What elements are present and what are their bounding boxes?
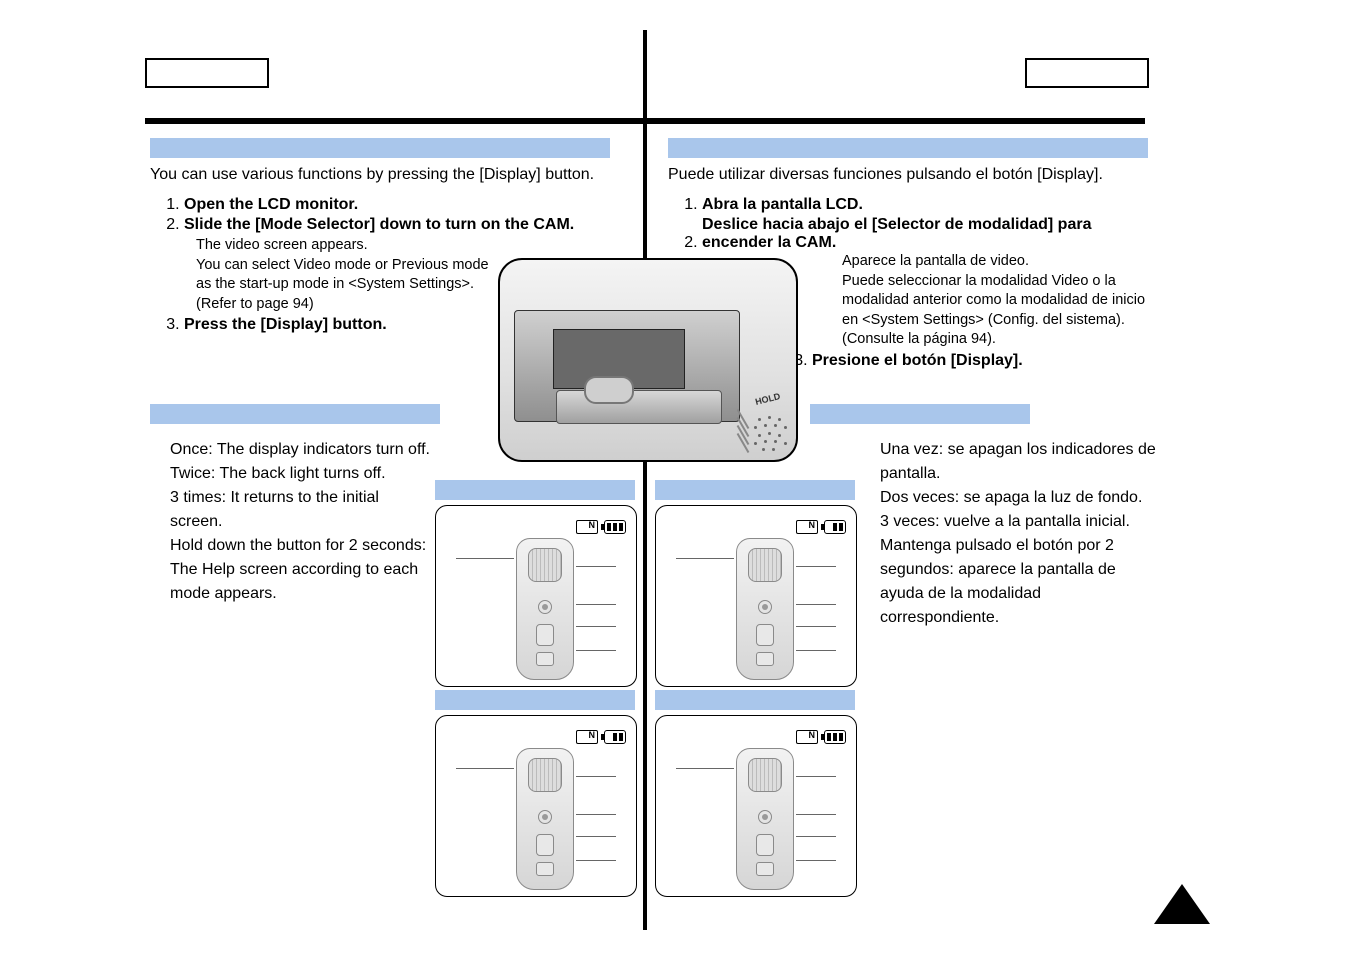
desc-three-en: 3 times: It returns to the initial scree…	[170, 486, 430, 534]
memory-icon	[576, 730, 598, 744]
device-button	[584, 376, 634, 404]
behavior-section-spanish: Una vez: se apagan los indicadores de pa…	[860, 404, 1120, 630]
step-2-sub1: The video screen appears.	[196, 236, 610, 256]
battery-icon	[604, 730, 626, 744]
memory-icon	[796, 520, 818, 534]
desc-hold-es: Mantenga pulsado el botón por 2 segundos…	[880, 534, 1160, 630]
device-diagram	[736, 538, 792, 678]
diagram-hold	[655, 715, 857, 897]
diagram-twice	[655, 505, 857, 687]
desc-three-es: 3 veces: vuelve a la pantalla inicial.	[880, 510, 1160, 534]
desc-twice-en: Twice: The back light turns off.	[170, 462, 430, 486]
behavior-section-english: Once: The display indicators turn off. T…	[150, 404, 470, 606]
diagram-title-bar-1	[435, 480, 635, 500]
section-bar-spanish-2	[810, 404, 1030, 424]
device-diagram	[516, 538, 572, 678]
behavior-list-spanish: Una vez: se apagan los indicadores de pa…	[880, 438, 1160, 630]
device-base	[556, 390, 722, 424]
page-continue-icon	[1154, 884, 1210, 924]
section-bar-english-1	[150, 138, 610, 158]
device-diagram	[736, 748, 792, 888]
language-tab-english	[145, 58, 269, 88]
diagram-once	[435, 505, 637, 687]
step-2-sub-es: Aparece la pantalla de video. Puede sele…	[842, 252, 1152, 350]
step-2-sub1-es: Aparece la pantalla de video.	[842, 253, 1029, 269]
diagram-title-bar-2	[655, 480, 855, 500]
intro-text-spanish: Puede utilizar diversas funciones pulsan…	[668, 166, 1148, 184]
step-1-spanish: Abra la pantalla LCD.	[702, 196, 1148, 214]
battery-icon	[824, 520, 846, 534]
step-3-label-es: Presione el botón [Display].	[812, 352, 1023, 369]
step-2-sub2-es: Puede seleccionar la modalidad Video o l…	[842, 273, 1145, 348]
diagram-three-times	[435, 715, 637, 897]
step-1-label-es: Abra la pantalla LCD.	[702, 196, 863, 213]
diagram-title-bar-4	[655, 690, 855, 710]
behavior-list-english: Once: The display indicators turn off. T…	[170, 438, 430, 606]
desc-twice-es: Dos veces: se apaga la luz de fondo.	[880, 486, 1160, 510]
language-tab-spanish	[1025, 58, 1149, 88]
step-2-label: Slide the [Mode Selector] down to turn o…	[184, 216, 574, 233]
desc-once-en: Once: The display indicators turn off.	[170, 438, 430, 462]
battery-icon	[604, 520, 626, 534]
intro-text-english: You can use various functions by pressin…	[150, 166, 610, 184]
step-3-spanish: Presione el botón [Display].	[812, 352, 1148, 370]
device-diagram	[516, 748, 572, 888]
speaker-dots	[752, 416, 788, 452]
grip-lines	[732, 414, 754, 452]
step-1-english: Open the LCD monitor.	[184, 196, 610, 214]
step-2-label-es: Deslice hacia abajo el [Selector de moda…	[702, 216, 1142, 252]
manual-page: You can use various functions by pressin…	[0, 0, 1348, 954]
product-photo: HOLD	[498, 258, 798, 462]
section-bar-english-2	[150, 404, 440, 424]
desc-once-es: Una vez: se apagan los indicadores de pa…	[880, 438, 1160, 486]
memory-icon	[576, 520, 598, 534]
diagram-title-bar-3	[435, 690, 635, 710]
step-1-label: Open the LCD monitor.	[184, 196, 358, 213]
step-2-sub2: You can select Video mode or Previous mo…	[196, 256, 496, 315]
desc-hold-en: Hold down the button for 2 seconds: The …	[170, 534, 430, 606]
hold-label: HOLD	[754, 391, 781, 407]
memory-icon	[796, 730, 818, 744]
section-bar-spanish-1	[668, 138, 1148, 158]
vertical-divider	[643, 30, 647, 930]
step-3-label: Press the [Display] button.	[184, 316, 387, 333]
battery-icon	[824, 730, 846, 744]
